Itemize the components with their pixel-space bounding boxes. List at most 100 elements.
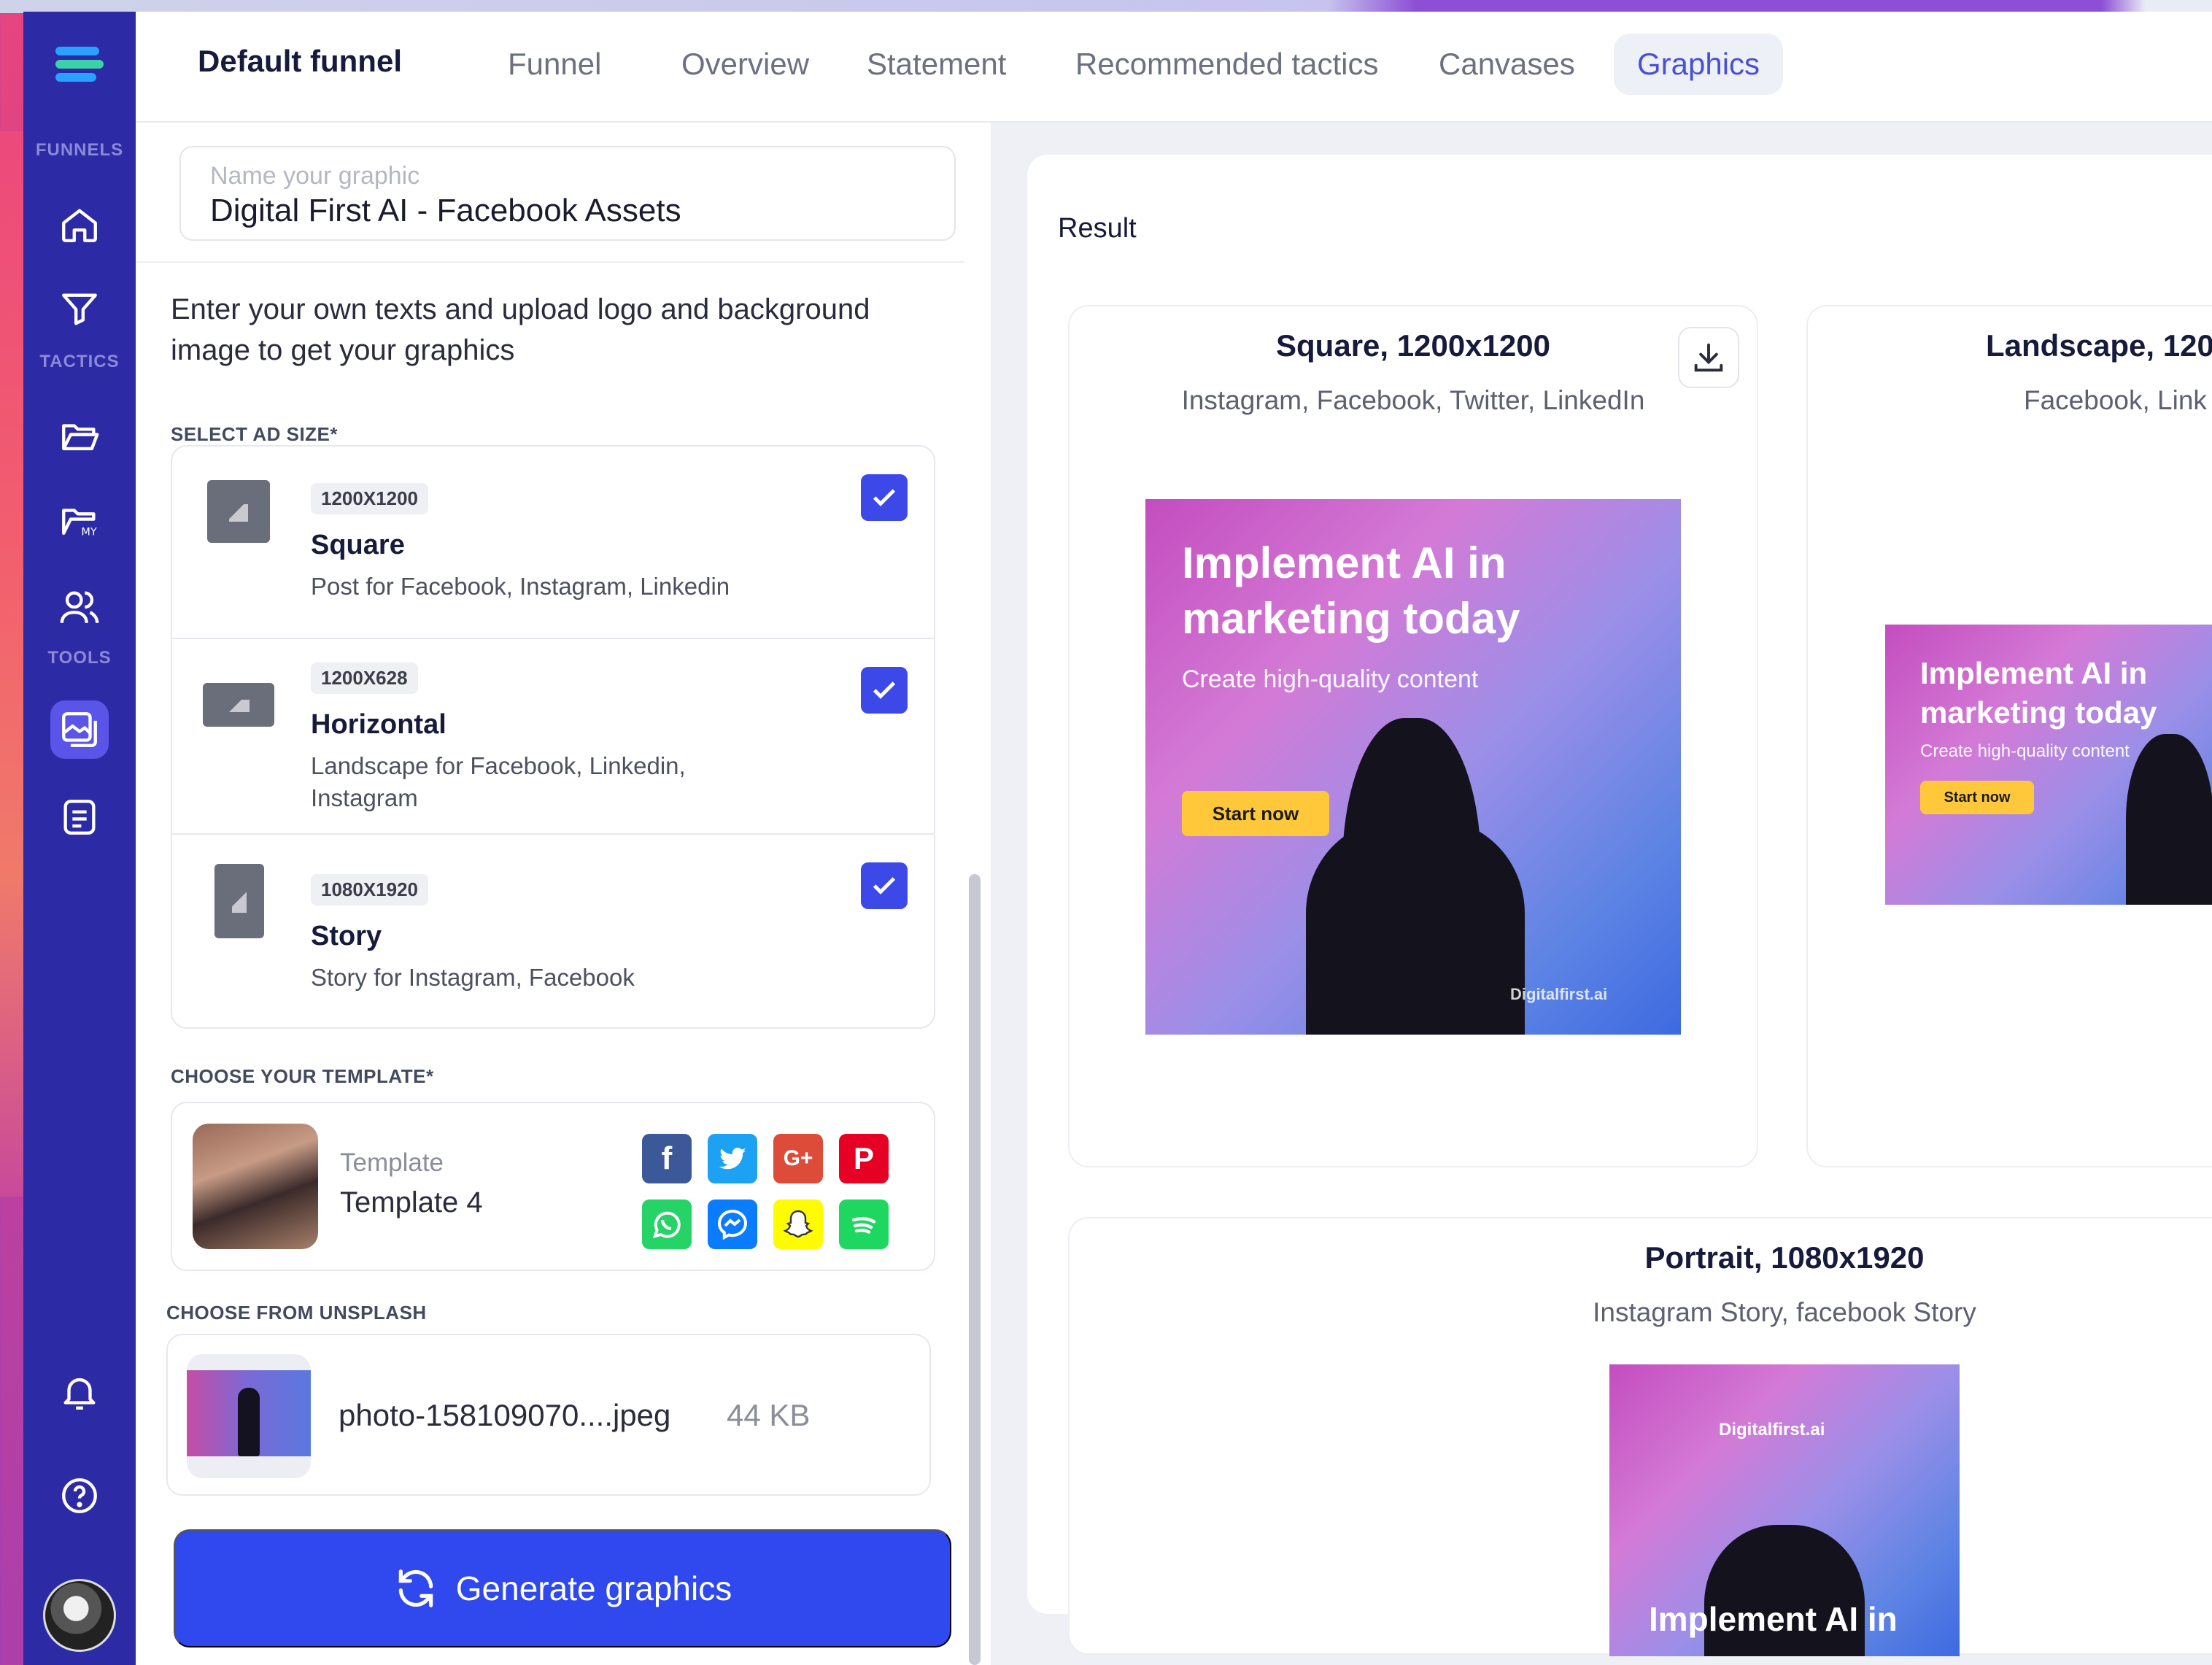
tab-overview[interactable]: Overview — [658, 34, 832, 95]
ad-cta: Start now — [1182, 791, 1329, 836]
size-description: Landscape for Facebook, Linkedin, Instag… — [311, 752, 686, 811]
graphic-form-panel: Name your graphic Digital First AI - Fac… — [136, 123, 991, 1665]
photo-filename: photo-158109070....jpeg — [339, 1398, 671, 1432]
google-plus-icon: G+ — [773, 1134, 823, 1183]
graphic-name-placeholder: Name your graphic — [210, 162, 420, 190]
main-area: Default funnel Funnel Overview Statement… — [136, 12, 2212, 1665]
checkbox-horizontal[interactable] — [861, 667, 908, 714]
ad-size-list: 1200X1200 Square Post for Facebook, Inst… — [171, 445, 935, 1029]
checkmark-icon — [873, 877, 896, 895]
section-label-tactics: TACTICS — [39, 352, 120, 371]
download-button[interactable] — [1678, 327, 1739, 388]
size-description: Post for Facebook, Instagram, Linkedin — [311, 573, 730, 600]
generate-graphics-label: Generate graphics — [455, 1569, 732, 1607]
size-name: Story — [311, 921, 382, 951]
card-title: Portrait, 1080x1920 — [1644, 1240, 1925, 1275]
ad-size-label: SELECT AD SIZE* — [171, 423, 339, 445]
ad-cta: Start now — [1920, 781, 2034, 814]
unsplash-photo-picker[interactable]: photo-158109070....jpeg 44 KB — [166, 1334, 931, 1496]
template-label: CHOOSE YOUR TEMPLATE* — [171, 1065, 434, 1087]
result-title: Result — [1058, 213, 1137, 244]
size-option-horizontal[interactable]: 1200X628 Horizontal Landscape for Facebo… — [172, 639, 934, 835]
ad-brand-logo: Digitalfirst.ai — [1719, 1420, 1825, 1440]
checkmark-icon — [873, 681, 896, 699]
size-name: Horizontal — [311, 709, 446, 740]
messenger-icon — [708, 1200, 757, 1249]
card-title: Landscape, 120 — [1986, 328, 2212, 363]
graphic-name-field[interactable]: Name your graphic Digital First AI - Fac… — [179, 146, 956, 241]
user-avatar[interactable] — [43, 1579, 116, 1652]
graphic-name-value[interactable]: Digital First AI - Facebook Assets — [210, 193, 681, 229]
scrollbar[interactable] — [969, 874, 981, 1665]
tab-graphics[interactable]: Graphics — [1614, 34, 1784, 95]
ad-headline: Implement AI in marketing today — [1182, 538, 1520, 643]
template-caption: Template — [340, 1148, 444, 1177]
size-dimension-badge: 1200X1200 — [311, 483, 429, 514]
section-label-funnels: FUNNELS — [35, 140, 124, 160]
ad-subtext: Create high-quality content — [1182, 665, 1479, 693]
ad-subtext: Create high-quality content — [1920, 741, 2130, 761]
size-option-square[interactable]: 1200X1200 Square Post for Facebook, Inst… — [172, 447, 934, 639]
result-card-square: Square, 1200x1200 Instagram, Facebook, T… — [1068, 305, 1758, 1167]
size-description: Story for Instagram, Facebook — [311, 964, 635, 991]
size-dimension-badge: 1200X628 — [311, 662, 418, 694]
graphics-icon[interactable] — [50, 700, 109, 759]
card-subtitle: Facebook, Link — [2024, 385, 2207, 415]
tab-recommended-tactics[interactable]: Recommended tactics — [1052, 34, 1402, 95]
template-name: Template 4 — [340, 1186, 483, 1218]
card-subtitle: Instagram Story, facebook Story — [1593, 1297, 1976, 1327]
size-name: Square — [311, 530, 405, 560]
image-placeholder-icon — [207, 480, 270, 543]
photo-thumbnail — [187, 1354, 311, 1478]
ad-headline: Implement AI in — [1649, 1600, 1898, 1638]
result-panel: Result Square, 1200x1200 Instagram, Face… — [1027, 155, 2212, 1656]
checkbox-story[interactable] — [861, 862, 908, 909]
funnel-title[interactable]: Default funnel — [198, 44, 402, 79]
spotify-icon — [839, 1200, 889, 1249]
result-card-landscape: Landscape, 120 Facebook, Link Implement … — [1806, 305, 2212, 1167]
unsplash-label: CHOOSE FROM UNSPLASH — [166, 1302, 427, 1324]
home-icon[interactable] — [50, 196, 109, 254]
twitter-icon — [708, 1134, 757, 1183]
template-thumbnail — [193, 1124, 318, 1249]
form-intro-text: Enter your own texts and upload logo and… — [171, 293, 870, 366]
document-icon[interactable] — [50, 788, 109, 846]
ad-preview-portrait[interactable]: Digitalfirst.ai Implement AI in — [1609, 1364, 1960, 1656]
result-card-portrait: Portrait, 1080x1920 Instagram Story, fac… — [1068, 1217, 2212, 1656]
ad-brand-logo: Digitalfirst.ai — [1510, 985, 1608, 1003]
section-label-tools: TOOLS — [47, 648, 112, 668]
ad-headline: Implement AI in marketing today — [1920, 656, 2157, 730]
my-folder-icon[interactable]: MY — [50, 492, 109, 550]
pinterest-icon: P — [839, 1134, 889, 1183]
ad-preview-square[interactable]: Implement AI in marketing today Create h… — [1145, 499, 1681, 1035]
folder-open-icon[interactable] — [50, 407, 109, 465]
template-selector[interactable]: Template Template 4 f G+ P — [171, 1102, 935, 1271]
download-icon — [1694, 343, 1723, 372]
refresh-icon — [398, 1569, 433, 1607]
top-bar: Default funnel Funnel Overview Statement… — [136, 12, 2212, 123]
image-placeholder-icon — [203, 683, 274, 727]
help-icon[interactable] — [50, 1467, 109, 1525]
tab-statement[interactable]: Statement — [843, 34, 1029, 95]
card-subtitle: Instagram, Facebook, Twitter, LinkedIn — [1181, 385, 1645, 415]
ad-preview-landscape[interactable]: Implement AI in marketing today Create h… — [1885, 625, 2212, 905]
bell-icon[interactable] — [50, 1363, 109, 1421]
facebook-icon: f — [642, 1134, 692, 1183]
generate-graphics-button[interactable]: Generate graphics — [174, 1529, 951, 1647]
card-title: Square, 1200x1200 — [1276, 328, 1550, 363]
divider — [136, 261, 964, 263]
sidebar: FUNNELS TACTICS MY TOOLS — [23, 12, 136, 1665]
photo-filesize: 44 KB — [727, 1398, 811, 1432]
snapchat-icon — [773, 1200, 823, 1249]
svg-text:MY: MY — [81, 526, 97, 538]
size-dimension-badge: 1080X1920 — [311, 874, 429, 905]
users-icon[interactable] — [50, 578, 109, 636]
funnel-icon[interactable] — [50, 280, 109, 339]
whatsapp-icon — [642, 1200, 692, 1249]
checkbox-square[interactable] — [861, 474, 908, 521]
app-logo[interactable] — [51, 39, 108, 96]
tab-canvases[interactable]: Canvases — [1415, 34, 1598, 95]
size-option-story[interactable]: 1080X1920 Story Story for Instagram, Fac… — [172, 835, 934, 1027]
checkmark-icon — [873, 489, 896, 506]
tab-funnel[interactable]: Funnel — [484, 34, 624, 95]
